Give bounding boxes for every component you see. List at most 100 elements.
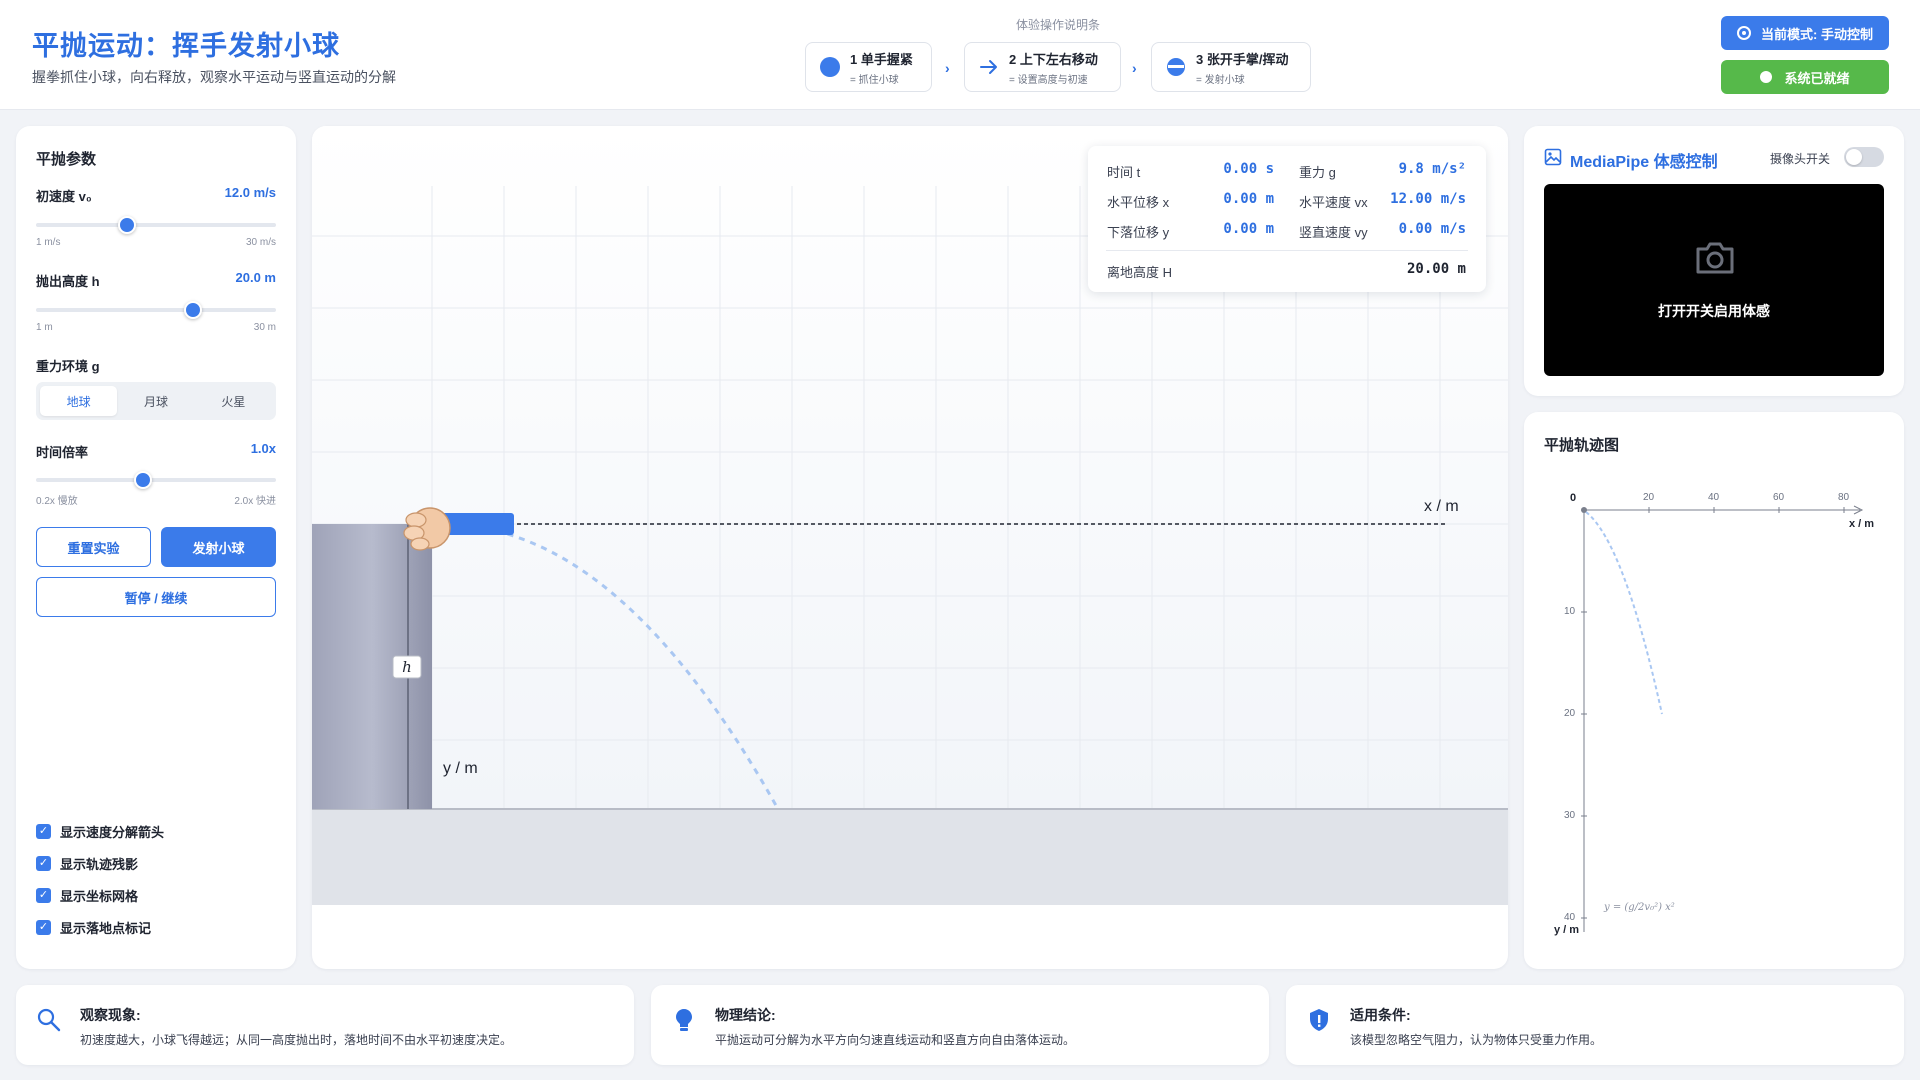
y-tick: 40	[1564, 912, 1576, 923]
shield-icon	[1306, 1007, 1332, 1033]
guide-step-name: 2 上下左右移动	[1009, 51, 1098, 67]
height-min: 1 m	[36, 322, 53, 333]
time-value: 0.00 s	[1223, 161, 1274, 177]
guide-step-move: 2 上下左右移动 = 设置高度与初速	[964, 42, 1121, 92]
height-marker-label: h	[402, 658, 412, 676]
velocity-slider-thumb[interactable]	[118, 216, 137, 234]
x-axis-label: x / m	[1424, 498, 1459, 515]
info-title: 物理结论:	[715, 1007, 776, 1023]
target-icon	[1737, 26, 1752, 40]
hand-icon	[403, 507, 451, 551]
checkbox-velocity-arrows[interactable]: ✓ 显示速度分解箭头	[36, 822, 164, 841]
readout-divider	[1106, 250, 1468, 251]
ground-height-label: 离地高度 H	[1107, 265, 1173, 280]
search-icon	[36, 1007, 62, 1033]
status-dot-icon	[1760, 71, 1773, 83]
image-icon	[1544, 148, 1562, 171]
gravity-readout-value: 9.8 m/s²	[1398, 161, 1466, 177]
height-value: 20.0 m	[235, 270, 276, 285]
camera-icon	[1694, 240, 1736, 281]
height-label: 抛出高度 h	[36, 274, 100, 289]
checkbox-label: 显示坐标网格	[60, 889, 139, 904]
checkbox-label: 显示落地点标记	[60, 921, 152, 936]
guide-step-grab: 1 单手握紧 = 抓住小球	[805, 42, 932, 92]
y-disp-label: 下落位移 y	[1107, 225, 1170, 240]
app-title: 平抛运动：挥手发射小球	[32, 31, 340, 61]
gravity-option-earth[interactable]: 地球	[40, 386, 118, 416]
velocity-label: 初速度 v₀	[36, 189, 92, 204]
checkbox-trail[interactable]: ✓ 显示轨迹残影	[36, 854, 138, 873]
time-scale-min: 0.2x 慢放	[36, 496, 78, 507]
x-disp-label: 水平位移 x	[1107, 195, 1170, 210]
trajectory-formula: y = (g/2v₀²) x²	[1604, 902, 1675, 913]
open-hand-icon	[1164, 55, 1188, 79]
mode-button[interactable]: 当前模式: 手动控制	[1721, 16, 1889, 50]
velocity-min: 1 m/s	[36, 237, 61, 248]
checkbox-grid[interactable]: ✓ 显示坐标网格	[36, 886, 138, 905]
x-tick: 60	[1773, 492, 1785, 503]
velocity-max: 30 m/s	[245, 237, 276, 248]
time-scale-slider[interactable]	[36, 471, 276, 489]
checkbox-label: 显示速度分解箭头	[60, 825, 165, 840]
params-panel: 平抛参数 初速度 v₀ 12.0 m/s 1 m/s 30 m/s 抛出高度 h…	[16, 126, 296, 969]
y-tick: 20	[1564, 708, 1576, 719]
gravity-option-moon[interactable]: 月球	[117, 386, 194, 416]
launch-button[interactable]: 发射小球	[161, 527, 276, 567]
guide-step-sub: = 发射小球	[1196, 74, 1245, 86]
traj-x-label: x / m	[1849, 518, 1875, 530]
checkbox-checked-icon[interactable]: ✓	[36, 824, 51, 839]
camera-title: MediaPipe 体感控制	[1570, 154, 1718, 171]
vy-label: 竖直速度 vy	[1299, 225, 1368, 240]
checkbox-checked-icon[interactable]: ✓	[36, 856, 51, 871]
time-scale-slider-thumb[interactable]	[133, 471, 152, 489]
camera-toggle[interactable]	[1844, 147, 1884, 167]
mode-label: 当前模式: 手动控制	[1761, 26, 1873, 42]
status-badge: 系统已就绪	[1721, 60, 1889, 94]
info-text: 该模型忽略空气阻力，认为物体只受重力作用。	[1350, 1033, 1603, 1047]
fist-icon	[818, 55, 842, 79]
vx-value: 12.00 m/s	[1390, 191, 1466, 207]
gravity-label: 重力环境 g	[36, 359, 100, 374]
trajectory-curve	[1585, 511, 1663, 715]
checkbox-checked-icon[interactable]: ✓	[36, 920, 51, 935]
checkbox-label: 显示轨迹残影	[60, 857, 139, 872]
pause-resume-button[interactable]: 暂停 / 继续	[36, 577, 276, 617]
ground	[312, 809, 1508, 905]
checkbox-landing-mark[interactable]: ✓ 显示落地点标记	[36, 918, 151, 937]
simulation-canvas[interactable]: h x / m y / m 时间 t 0.00 s 重力 g 9.8 m/s² …	[312, 126, 1508, 969]
velocity-value: 12.0 m/s	[224, 185, 276, 200]
camera-switch-label: 摄像头开关	[1770, 152, 1831, 166]
camera-view: 打开开关启用体感	[1544, 184, 1884, 376]
x-tick: 40	[1708, 492, 1720, 503]
x-disp-value: 0.00 m	[1223, 191, 1274, 207]
camera-message: 打开开关启用体感	[1658, 303, 1770, 319]
trajectory-panel: 平抛轨迹图 0 20 40 60 80 x / m 10 20 30 40 y …	[1524, 412, 1904, 969]
guide-title: 体验操作说明条	[1016, 18, 1101, 32]
guide-step-name: 1 单手握紧	[850, 51, 913, 67]
time-label: 时间 t	[1107, 165, 1141, 180]
vx-label: 水平速度 vx	[1299, 195, 1368, 210]
reset-button[interactable]: 重置实验	[36, 527, 151, 567]
time-scale-value: 1.0x	[250, 441, 276, 456]
guide-step-launch: 3 张开手掌/挥动 = 发射小球	[1151, 42, 1311, 92]
height-slider[interactable]	[36, 301, 276, 319]
info-text: 初速度越大，小球飞得越远；从同一高度抛出时，落地时间不由水平初速度决定。	[80, 1033, 513, 1047]
gravity-selector: 地球 月球 火星	[36, 382, 276, 420]
x-tick: 80	[1838, 492, 1850, 503]
height-slider-thumb[interactable]	[184, 301, 203, 319]
info-card-conclusion: 物理结论: 平抛运动可分解为水平方向匀速直线运动和竖直方向自由落体运动。	[651, 985, 1269, 1065]
origin-label: 0	[1570, 492, 1577, 504]
params-title: 平抛参数	[36, 151, 97, 168]
checkbox-checked-icon[interactable]: ✓	[36, 888, 51, 903]
guide-arrow: ›	[1132, 60, 1137, 76]
info-card-conditions: 适用条件: 该模型忽略空气阻力，认为物体只受重力作用。	[1286, 985, 1904, 1065]
velocity-slider[interactable]	[36, 216, 276, 234]
x-tick: 20	[1643, 492, 1655, 503]
info-text: 平抛运动可分解为水平方向匀速直线运动和竖直方向自由落体运动。	[715, 1033, 1076, 1047]
guide-step-sub: = 设置高度与初速	[1009, 74, 1088, 86]
gravity-readout-label: 重力 g	[1299, 165, 1336, 180]
gravity-option-mars[interactable]: 火星	[195, 386, 272, 416]
y-disp-value: 0.00 m	[1223, 221, 1274, 237]
camera-panel: MediaPipe 体感控制 摄像头开关 打开开关启用体感	[1524, 126, 1904, 396]
info-title: 观察现象:	[80, 1007, 141, 1023]
